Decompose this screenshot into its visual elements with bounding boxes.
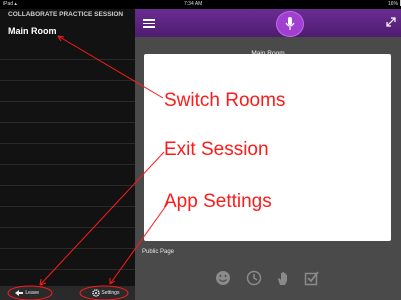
battery-percent: 16% bbox=[387, 1, 398, 7]
menu-icon[interactable] bbox=[143, 19, 155, 28]
sidebar: COLLABORATE PRACTICE SESSION Main Room bbox=[0, 9, 135, 286]
leave-icon bbox=[15, 289, 23, 296]
annotation-switch-rooms: Switch Rooms bbox=[164, 90, 286, 111]
top-toolbar bbox=[135, 9, 401, 37]
status-time: 7:34 AM bbox=[184, 1, 203, 7]
emoticon-icon[interactable] bbox=[215, 270, 231, 286]
room-list bbox=[0, 39, 135, 286]
room-list-item-main-room[interactable]: Main Room bbox=[8, 26, 57, 36]
settings-label: Settings bbox=[101, 290, 120, 296]
raise-hand-icon[interactable] bbox=[275, 270, 291, 286]
status-battery: 16% bbox=[387, 0, 401, 9]
leave-button[interactable]: Leave bbox=[14, 286, 39, 300]
sidebar-bottom-bar: Leave Settings bbox=[0, 286, 135, 300]
microphone-button[interactable] bbox=[276, 11, 304, 37]
microphone-icon bbox=[285, 17, 295, 30]
public-page-label: Public Page bbox=[142, 249, 175, 255]
expand-icon[interactable] bbox=[386, 17, 396, 27]
checkbox-icon[interactable] bbox=[304, 270, 320, 286]
annotation-app-settings: App Settings bbox=[164, 191, 272, 212]
device-name: iPad bbox=[3, 1, 14, 7]
annotation-exit-session: Exit Session bbox=[164, 139, 269, 160]
session-title: COLLABORATE PRACTICE SESSION bbox=[8, 11, 124, 18]
leave-label: Leave bbox=[25, 290, 40, 296]
wifi-icon: ▴ bbox=[14, 1, 17, 7]
status-device: iPad ▴ bbox=[3, 0, 17, 9]
settings-button[interactable]: Settings bbox=[92, 286, 119, 300]
bottom-toolbar bbox=[135, 262, 401, 300]
gear-icon bbox=[92, 288, 100, 297]
clock-icon[interactable] bbox=[246, 270, 262, 286]
status-bar: iPad ▴ 7:34 AM 16% bbox=[0, 0, 401, 9]
